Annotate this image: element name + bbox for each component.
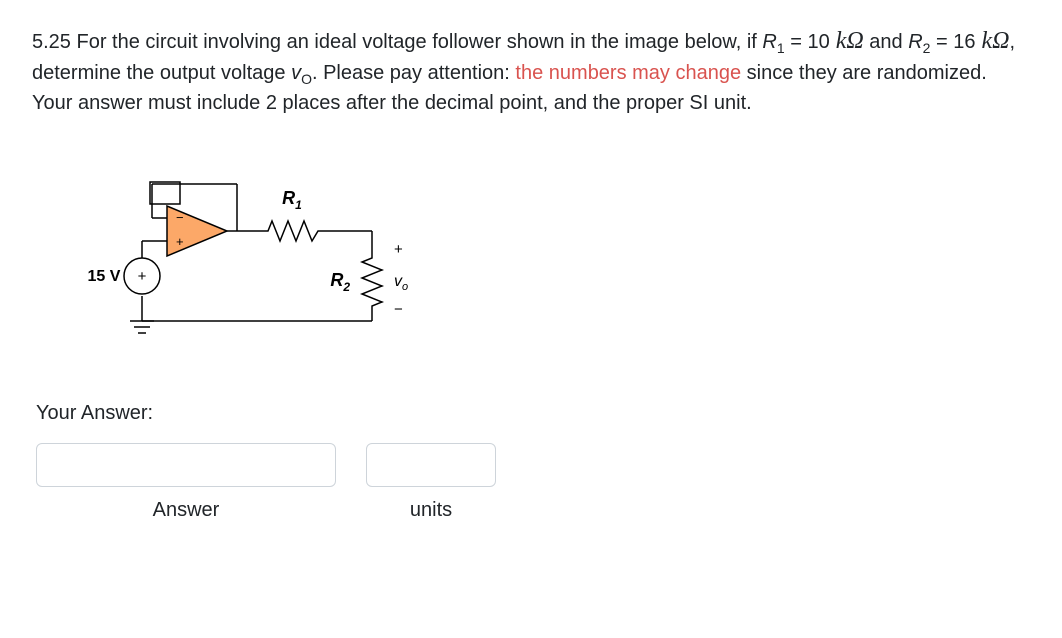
r2-label: R2 bbox=[330, 270, 350, 294]
src-plus: + bbox=[138, 268, 147, 285]
answer-input[interactable] bbox=[36, 443, 336, 487]
r1-label: R1 bbox=[282, 188, 302, 212]
vo-plus: + bbox=[394, 241, 403, 258]
circuit-svg: + 15 V + − R1 R2 + vo − bbox=[72, 146, 472, 366]
kohm2: kΩ bbox=[976, 28, 1010, 54]
source-label: 15 V bbox=[88, 268, 121, 285]
vo-o: O bbox=[301, 71, 312, 87]
vo-v: v bbox=[291, 62, 301, 84]
q-lead: For the circuit involving an ideal volta… bbox=[71, 31, 762, 53]
r1-val: 10 bbox=[807, 31, 829, 53]
vo-label: vo bbox=[394, 273, 408, 293]
question-number: 5.25 bbox=[32, 31, 71, 53]
answer-row: Answer units bbox=[36, 443, 1030, 522]
r1-var: R bbox=[762, 31, 776, 53]
answer-caption: Answer bbox=[153, 499, 220, 522]
tail2: . Please pay attention: bbox=[312, 62, 515, 84]
units-caption: units bbox=[410, 499, 452, 522]
r2-var: R bbox=[908, 31, 922, 53]
circuit-diagram: + 15 V + − R1 R2 + vo − bbox=[72, 146, 1030, 372]
red-text: the numbers may change bbox=[515, 62, 741, 84]
vo-minus: − bbox=[394, 301, 403, 318]
units-input[interactable] bbox=[366, 443, 496, 487]
r2-val: 16 bbox=[953, 31, 975, 53]
and: and bbox=[864, 31, 908, 53]
units-block: units bbox=[366, 443, 496, 522]
opamp-plus: + bbox=[176, 234, 184, 249]
eq1: = bbox=[785, 31, 808, 53]
opamp-minus: − bbox=[176, 210, 184, 225]
eq2: = bbox=[930, 31, 953, 53]
answer-block: Answer bbox=[36, 443, 336, 522]
your-answer-label: Your Answer: bbox=[36, 402, 1030, 425]
kohm1: kΩ bbox=[830, 28, 864, 54]
r1-sub: 1 bbox=[777, 40, 785, 56]
question-text: 5.25 For the circuit involving an ideal … bbox=[32, 24, 1030, 118]
